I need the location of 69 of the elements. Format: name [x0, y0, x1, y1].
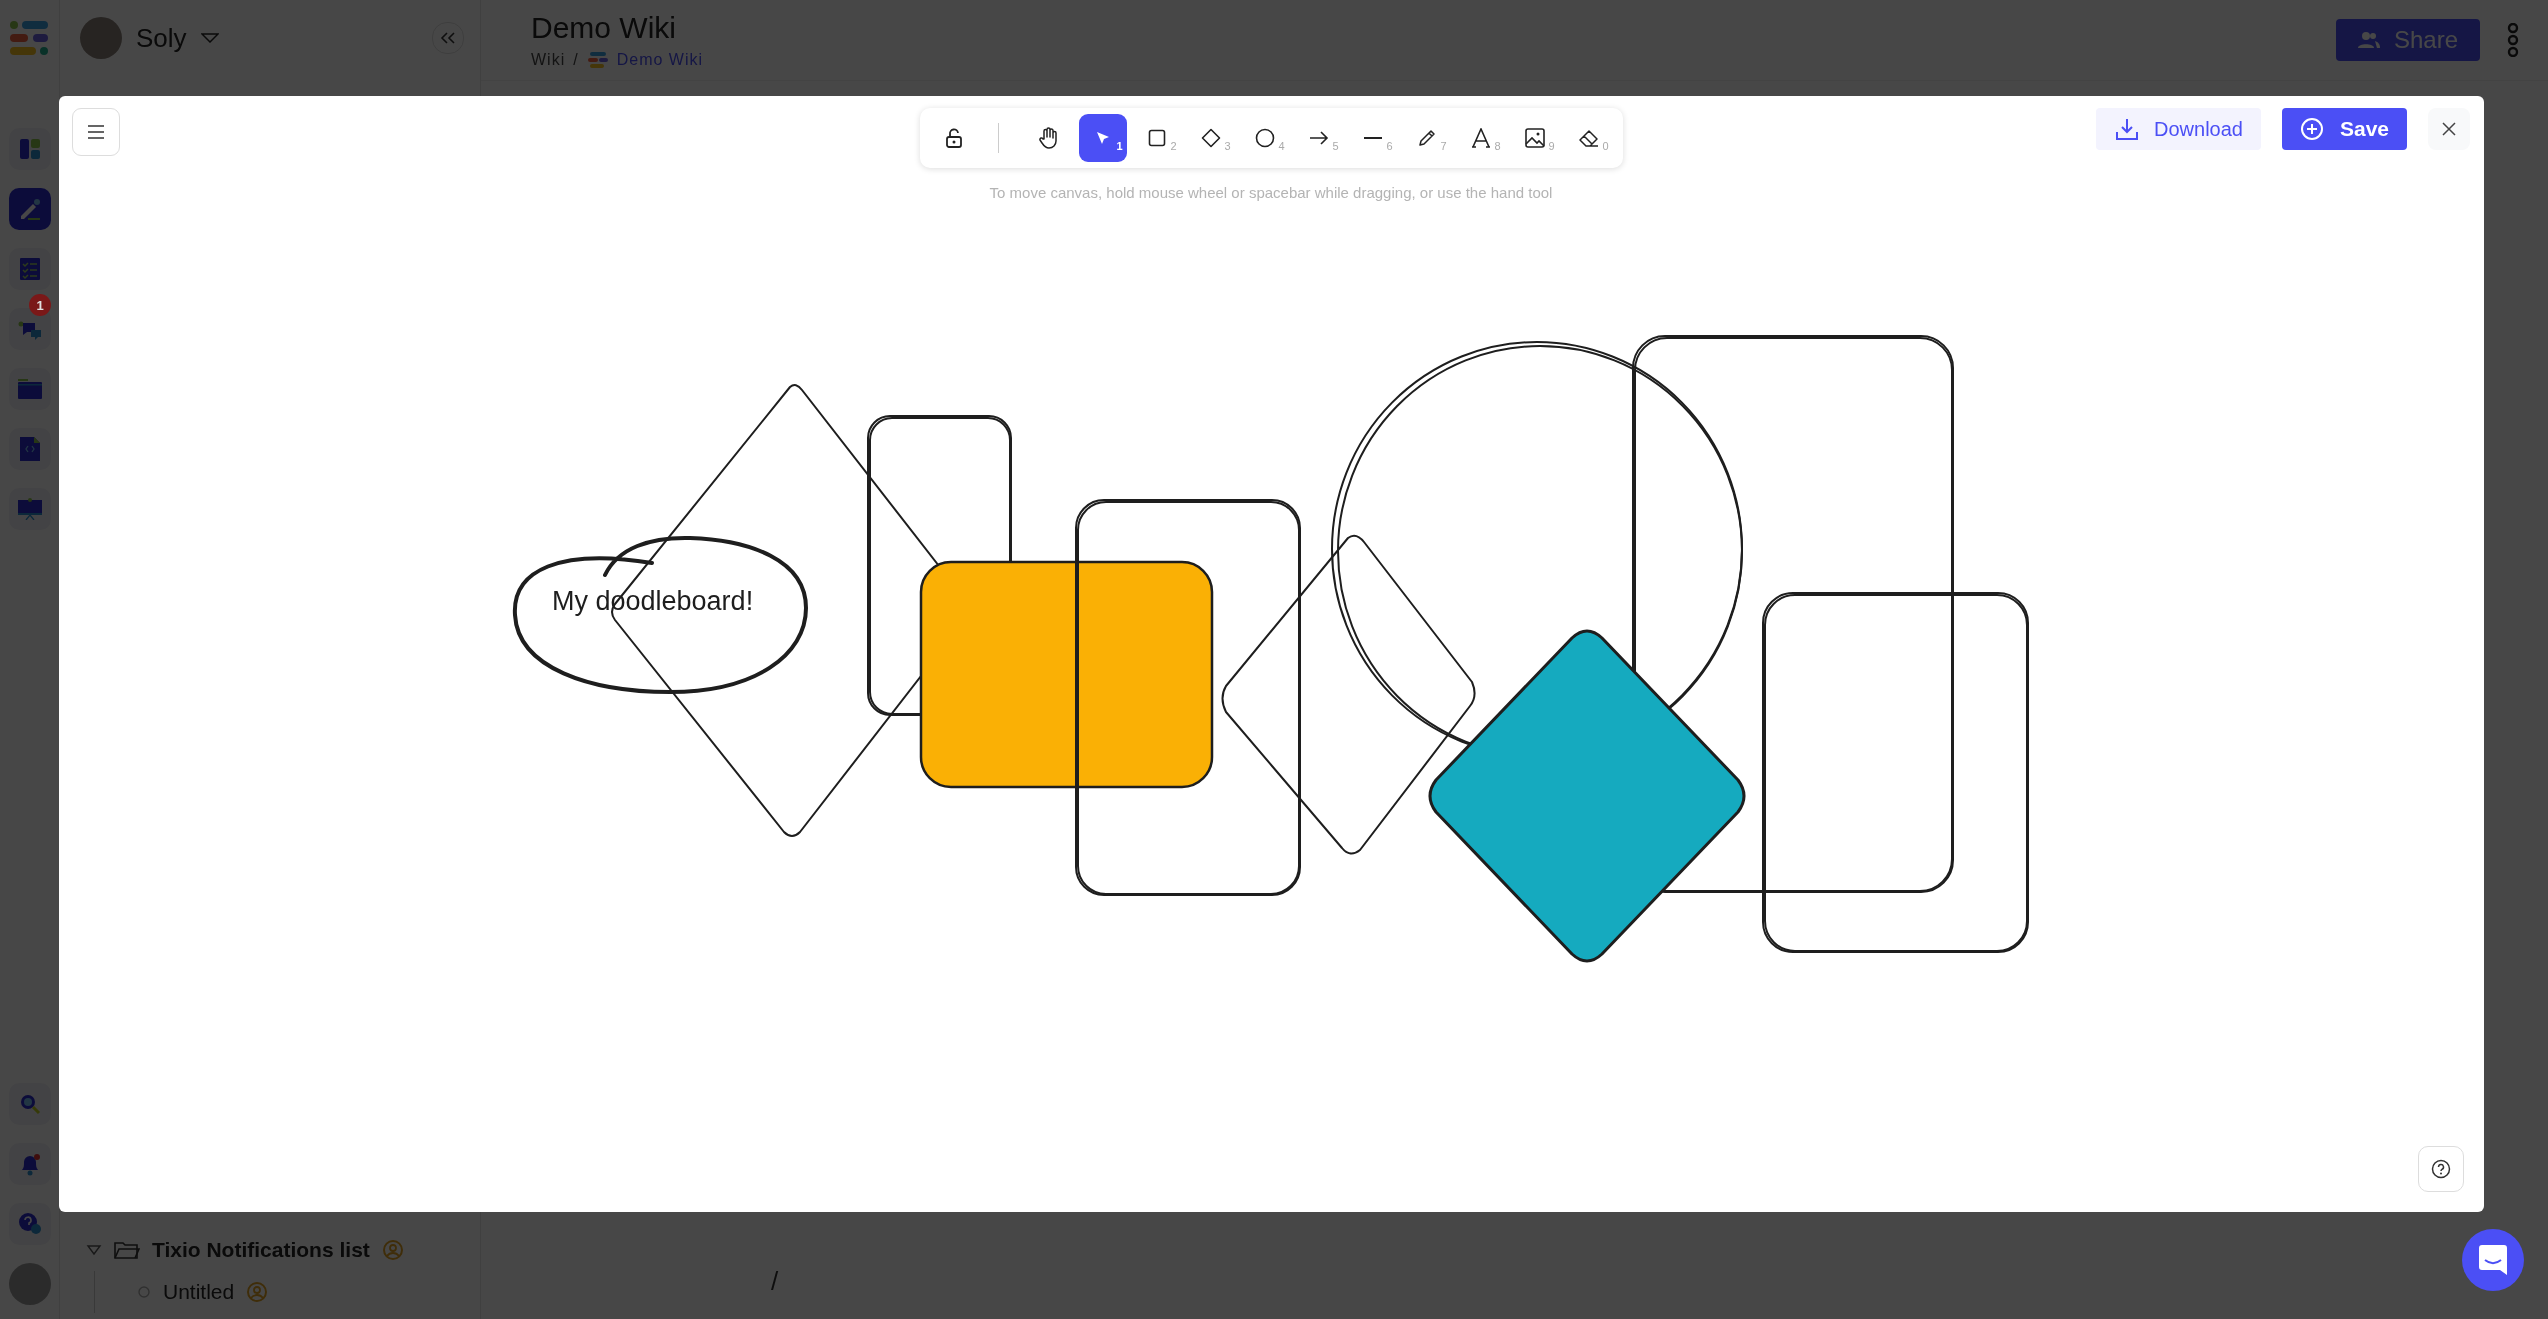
help-button[interactable]: [2418, 1146, 2464, 1192]
sidebar-item[interactable]: Untitled: [163, 1280, 235, 1304]
line-icon: [1363, 136, 1382, 140]
rail-button[interactable]: [8, 128, 51, 170]
help-chat-icon: [17, 1212, 42, 1236]
user-name[interactable]: Soly: [136, 22, 187, 54]
code-file-icon: [19, 437, 40, 461]
menu-icon: [87, 125, 105, 139]
tool-button[interactable]: 5: [1294, 114, 1343, 162]
caret-icon[interactable]: [86, 1242, 102, 1258]
rail-button[interactable]: [8, 248, 51, 290]
rail-button[interactable]: [8, 368, 51, 410]
logo-icon: [8, 18, 51, 58]
page-title: Demo Wiki: [531, 11, 677, 45]
circle-icon: [1254, 128, 1275, 148]
hint-text: To move canvas, hold mouse wheel or spacebar while dragging, or use the hand tool: [989, 184, 1553, 201]
rail-button[interactable]: [8, 1203, 51, 1245]
save-button[interactable]: Save: [2281, 108, 2407, 150]
user-settings-icon: [246, 1281, 269, 1303]
text-icon: [1470, 128, 1491, 148]
tool-button[interactable]: 6: [1348, 114, 1397, 162]
caret-icon[interactable]: [200, 33, 219, 43]
close-icon: [2441, 121, 2457, 137]
image-icon: [1524, 128, 1545, 148]
download-button[interactable]: Download: [2096, 108, 2261, 150]
menu-button[interactable]: [72, 108, 120, 156]
tool-button[interactable]: 0: [1564, 114, 1613, 162]
breadcrumb-separator: /: [573, 51, 579, 69]
tool-button[interactable]: 2: [1132, 114, 1181, 162]
people-icon: [2357, 31, 2380, 49]
collapse-button[interactable]: [432, 22, 464, 54]
close-button[interactable]: [2428, 108, 2470, 150]
rail-button[interactable]: [8, 188, 51, 230]
rail-button[interactable]: [8, 488, 51, 530]
download-icon: [2116, 118, 2138, 140]
plus-circle-icon: [2299, 117, 2324, 141]
tool-button[interactable]: 9: [1510, 114, 1559, 162]
unlock-icon: [944, 128, 963, 148]
chat-icon: [2479, 1245, 2507, 1275]
folder-icon: [17, 379, 42, 399]
pointer-icon: [1095, 131, 1110, 145]
user-avatar[interactable]: [80, 17, 122, 59]
diamond-icon: [1200, 128, 1221, 148]
tool-button[interactable]: 4: [1240, 114, 1289, 162]
rail-button[interactable]: [8, 1143, 51, 1185]
hand-icon: [1038, 127, 1059, 149]
help-icon: [2431, 1159, 2451, 1179]
eraser-icon: [1578, 129, 1599, 147]
pencil-icon: [1417, 129, 1436, 147]
sidebar-item[interactable]: Tixio Notifications list: [152, 1238, 370, 1262]
rail-button[interactable]: [8, 1083, 51, 1125]
arrow-icon: [1308, 131, 1329, 145]
tool-button[interactable]: 1: [1078, 114, 1127, 162]
tool-button[interactable]: 7: [1402, 114, 1451, 162]
checklist-icon: [19, 258, 40, 280]
more-icon[interactable]: [2506, 23, 2520, 57]
rail-button[interactable]: [8, 308, 51, 350]
editor-text: /: [771, 1266, 779, 1297]
presentation-icon: [17, 498, 42, 520]
rail-button[interactable]: [8, 428, 51, 470]
board-icon: [18, 138, 41, 160]
user-settings-icon: [381, 1239, 404, 1261]
tool-button[interactable]: 8: [1456, 114, 1505, 162]
logo-icon: [586, 51, 609, 69]
square-icon: [1147, 129, 1166, 147]
folder-icon: [114, 1240, 140, 1260]
tool-button[interactable]: 3: [1186, 114, 1235, 162]
double-chevron-icon: [440, 32, 456, 44]
user-avatar[interactable]: [8, 1263, 51, 1305]
